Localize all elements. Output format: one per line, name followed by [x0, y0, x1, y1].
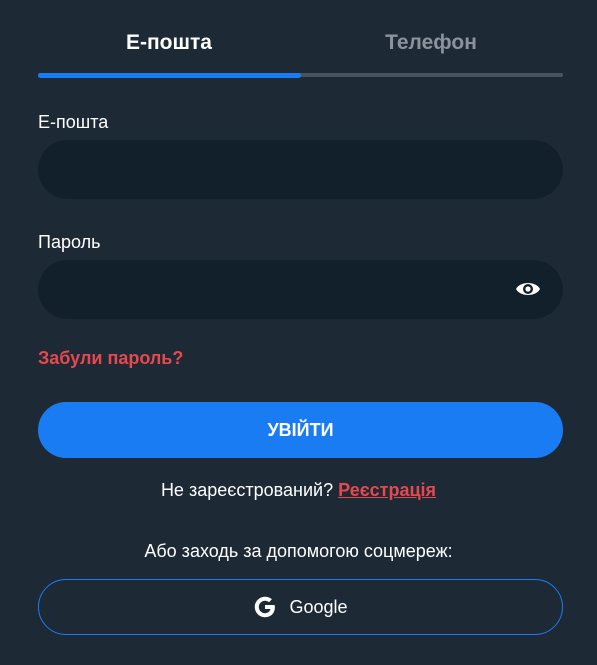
- login-panel: Е-пошта Телефон Е-пошта Пароль Забули па…: [0, 0, 597, 665]
- password-field[interactable]: [62, 260, 507, 321]
- tab-phone[interactable]: Телефон: [300, 31, 562, 55]
- email-field-wrapper: [38, 140, 563, 201]
- active-tab-indicator: [38, 73, 301, 78]
- eye-icon[interactable]: [515, 278, 541, 300]
- email-field[interactable]: [62, 140, 507, 201]
- google-icon: [255, 596, 276, 618]
- google-login-label: Google: [289, 596, 348, 617]
- register-prompt-line: Не зареєстрований? Реєстрація: [0, 480, 597, 501]
- google-login-button[interactable]: Google: [38, 579, 563, 635]
- register-link[interactable]: Реєстрація: [338, 480, 436, 500]
- tab-email[interactable]: Е-пошта: [38, 31, 300, 55]
- password-label: Пароль: [38, 232, 101, 252]
- login-method-tabs: Е-пошта Телефон: [38, 0, 563, 78]
- password-field-wrapper: [38, 260, 563, 321]
- social-login-caption: Або заходь за допомогою соцмереж:: [144, 541, 453, 561]
- forgot-password-link[interactable]: Забули пароль?: [38, 348, 183, 369]
- register-prompt: Не зареєстрований?: [160, 480, 334, 500]
- login-button[interactable]: УВІЙТИ: [38, 402, 563, 458]
- email-label: Е-пошта: [38, 112, 109, 132]
